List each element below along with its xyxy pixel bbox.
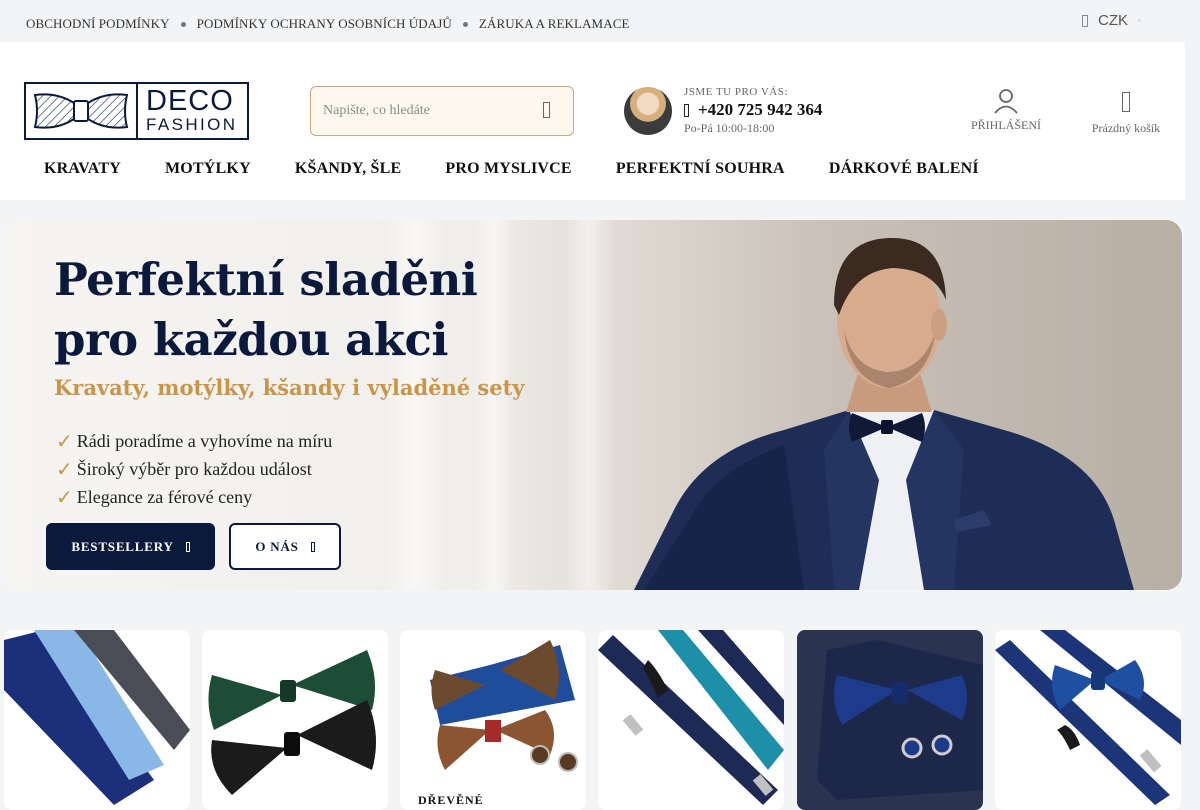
about-us-button[interactable]: O NÁS	[229, 523, 341, 570]
nav-item-darkove-baleni[interactable]: DÁRKOVÉ BALENÍ	[829, 160, 979, 178]
contact-label: JSME TU PRO VÁS:	[684, 86, 788, 98]
hero-benefits: ✓ Rádi poradíme a vyhovíme na míru ✓ Širok…	[56, 427, 332, 511]
bestsellers-label: BESTSELLERY	[71, 538, 174, 554]
arrow-right-icon	[310, 541, 315, 552]
benefit-item: ✓ Široký výběr pro každou událost	[56, 455, 332, 483]
currency-selector[interactable]: CZK ▫	[1082, 12, 1141, 29]
suspenders-image	[598, 630, 784, 805]
cart-label: Prázdný košík	[1091, 121, 1161, 135]
login-button[interactable]: PŘIHLÁŠENÍ	[966, 88, 1046, 133]
nav-item-motylky[interactable]: MOTÝLKY	[165, 160, 251, 178]
checkmark-icon: ✓	[56, 485, 73, 509]
currency-value: CZK	[1098, 12, 1128, 29]
curtain-highlight	[474, 220, 514, 590]
opening-hours: Po-Pá 10:00-18:00	[684, 121, 775, 135]
curtain-highlight	[564, 220, 614, 590]
cart-button[interactable]: Prázdný košík	[1088, 88, 1164, 136]
hero-banner[interactable]: Perfektní sladěni pro každou akci Kravat…	[4, 220, 1182, 590]
currency-icon	[1082, 14, 1088, 27]
bow-tie-suspenders-set-image	[995, 630, 1181, 805]
hero-title: Perfektní sladěni pro každou akci	[54, 250, 478, 370]
nav-item-perfektni-souhra[interactable]: PERFEKTNÍ SOUHRA	[616, 160, 785, 178]
benefit-text: Široký výběr pro každou událost	[76, 458, 312, 479]
top-bar: OBCHODNÍ PODMÍNKY PODMÍNKY OCHRANY OSOBN…	[0, 0, 1200, 42]
separator-dot	[180, 21, 186, 27]
main-nav: KRAVATY MOTÝLKY KŠANDY, ŠLE PRO MYSLIVCE…	[44, 160, 1023, 178]
top-links: OBCHODNÍ PODMÍNKY PODMÍNKY OCHRANY OSOBN…	[26, 16, 630, 32]
chevron-down-icon: ▫	[1138, 16, 1141, 25]
search-input[interactable]	[323, 100, 523, 122]
about-us-label: O NÁS	[255, 538, 299, 554]
checkmark-icon: ✓	[56, 457, 73, 481]
phone-number: +420 725 942 364	[698, 100, 823, 119]
site-logo[interactable]: DECO FASHION	[24, 82, 249, 140]
category-card-bow-tie-suspender-sets[interactable]	[995, 630, 1181, 810]
cart-icon	[1122, 92, 1130, 112]
category-grid: DŘEVĚNÉ	[4, 630, 1182, 810]
hero-title-line1: Perfektní sladěni	[54, 253, 478, 306]
hero-model-image	[634, 237, 1134, 590]
checkmark-icon: ✓	[56, 429, 73, 453]
bow-ties-image	[208, 650, 376, 795]
category-card-neckties[interactable]	[4, 630, 190, 810]
site-header: DECO FASHION JSME TU PRO VÁS: +420 725 9…	[0, 42, 1185, 200]
bestsellers-button[interactable]: BESTSELLERY	[46, 523, 215, 570]
top-link-warranty[interactable]: ZÁRUKA A REKLAMACE	[479, 16, 630, 32]
benefit-item: ✓ Rádi poradíme a vyhovíme na míru	[56, 427, 332, 455]
category-card-wooden-bow-ties[interactable]: DŘEVĚNÉ	[400, 630, 586, 810]
benefit-text: Rádi poradíme a vyhovíme na míru	[76, 430, 333, 451]
gift-box-set-image	[797, 630, 983, 810]
category-label: DŘEVĚNÉ	[418, 793, 484, 807]
nav-item-pro-myslivce[interactable]: PRO MYSLIVCE	[445, 160, 571, 178]
phone-icon	[684, 103, 689, 117]
login-label: PŘIHLÁŠENÍ	[970, 118, 1041, 132]
hero-title-line2: pro každou akci	[54, 313, 448, 366]
wooden-bow-tie-image	[430, 640, 578, 772]
top-link-privacy[interactable]: PODMÍNKY OCHRANY OSOBNÍCH ÚDAJŮ	[197, 16, 452, 32]
user-icon	[994, 89, 1018, 114]
arrow-right-icon	[185, 541, 190, 552]
hero-subtitle: Kravaty, motýlky, kšandy i vyladěné sety	[54, 375, 525, 400]
logo-line2: FASHION	[146, 114, 238, 134]
bow-tie-logo-icon	[26, 84, 138, 138]
nav-item-ksandy[interactable]: KŠANDY, ŠLE	[295, 160, 402, 178]
neckties-image	[4, 630, 190, 805]
top-link-terms[interactable]: OBCHODNÍ PODMÍNKY	[26, 16, 170, 32]
logo-line1: DECO	[146, 84, 234, 117]
category-card-bow-ties[interactable]	[202, 630, 388, 810]
search-box	[310, 86, 574, 136]
separator-dot	[462, 21, 468, 27]
nav-item-kravaty[interactable]: KRAVATY	[44, 160, 121, 178]
phone-link[interactable]: +420 725 942 364	[684, 100, 822, 120]
benefit-item: ✓ Elegance za férové ceny	[56, 483, 332, 511]
logo-text: DECO FASHION	[138, 84, 247, 138]
category-card-gift-sets[interactable]	[797, 630, 983, 810]
category-card-suspenders[interactable]	[598, 630, 784, 810]
benefit-text: Elegance za férové ceny	[76, 486, 253, 507]
support-avatar	[624, 87, 672, 135]
search-icon[interactable]	[543, 102, 550, 118]
